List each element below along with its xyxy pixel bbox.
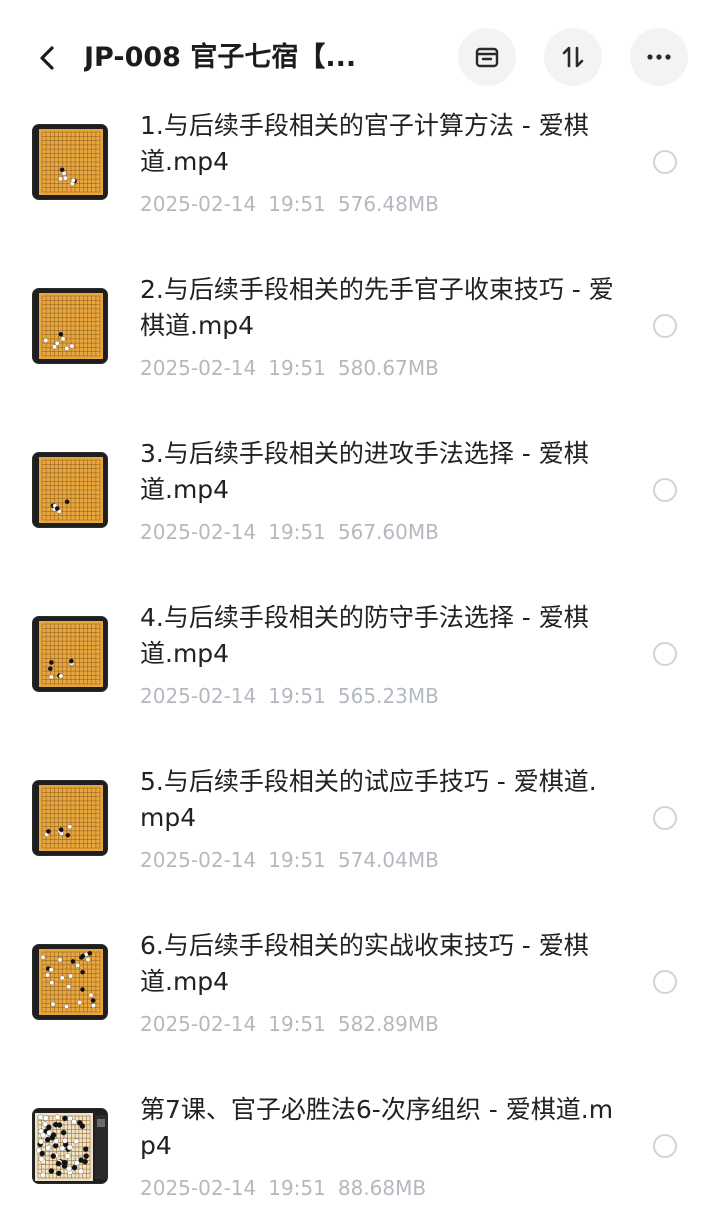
file-size: 582.89MB [337, 1012, 439, 1036]
multi-select-button[interactable] [458, 28, 516, 86]
sort-icon [562, 46, 584, 68]
file-time: 19:51 [268, 192, 326, 216]
list-item[interactable]: 5.与后续手段相关的试应手技巧 - 爱棋道.mp4 2025-02-14 19:5… [0, 754, 720, 918]
video-thumbnail [32, 616, 108, 692]
list-item[interactable]: 6.与后续手段相关的实战收束技巧 - 爱棋道.mp4 2025-02-14 19:… [0, 918, 720, 1082]
file-date: 2025-02-14 [140, 1176, 257, 1200]
file-size: 565.23MB [337, 684, 439, 708]
file-time: 19:51 [268, 1176, 326, 1200]
file-date: 2025-02-14 [140, 520, 257, 544]
file-date: 2025-02-14 [140, 848, 257, 872]
list-item[interactable]: 第7课、官子必胜法6-次序组织 - 爱棋道.mp4 2025-02-14 19:5… [0, 1082, 720, 1231]
file-meta: 2025-02-14 19:51 582.89MB [140, 1010, 620, 1038]
file-meta: 2025-02-14 19:51 580.67MB [140, 354, 620, 382]
list-item[interactable]: 3.与后续手段相关的进攻手法选择 - 爱棋道.mp4 2025-02-14 19:… [0, 426, 720, 590]
select-radio[interactable] [653, 642, 677, 666]
go-board-icon [33, 453, 107, 527]
more-dots-icon [647, 54, 671, 60]
file-date: 2025-02-14 [140, 192, 257, 216]
file-list-screen: JP-008 官子七宿【... 1.与后续手段相关的官子计算方法 - 爱棋道.m… [0, 0, 720, 1231]
back-arrow-icon [40, 46, 54, 70]
select-radio[interactable] [653, 314, 677, 338]
video-thumbnail [32, 780, 108, 856]
back-button[interactable] [22, 30, 74, 86]
file-size: 567.60MB [337, 520, 439, 544]
file-name: 5.与后续手段相关的试应手技巧 - 爱棋道.mp4 [140, 767, 597, 832]
file-time: 19:51 [268, 848, 326, 872]
video-thumbnail [32, 452, 108, 528]
file-name: 第7课、官子必胜法6-次序组织 - 爱棋道.mp4 [140, 1095, 614, 1160]
video-thumbnail [32, 288, 108, 364]
go-board-icon [33, 781, 107, 855]
go-board-icon [33, 1109, 107, 1183]
file-size: 88.68MB [337, 1176, 427, 1200]
video-thumbnail [32, 944, 108, 1020]
file-meta: 2025-02-14 19:51 88.68MB [140, 1174, 620, 1202]
file-name: 1.与后续手段相关的官子计算方法 - 爱棋道.mp4 [140, 111, 589, 176]
file-date: 2025-02-14 [140, 684, 257, 708]
file-date: 2025-02-14 [140, 356, 257, 380]
top-bar: JP-008 官子七宿【... [0, 0, 720, 112]
list-item[interactable]: 4.与后续手段相关的防守手法选择 - 爱棋道.mp4 2025-02-14 19:… [0, 590, 720, 754]
file-meta: 2025-02-14 19:51 574.04MB [140, 846, 620, 874]
file-name: 2.与后续手段相关的先手官子收束技巧 - 爱棋道.mp4 [140, 275, 614, 340]
file-meta: 2025-02-14 19:51 565.23MB [140, 682, 620, 710]
file-name: 6.与后续手段相关的实战收束技巧 - 爱棋道.mp4 [140, 931, 589, 996]
list-item[interactable]: 1.与后续手段相关的官子计算方法 - 爱棋道.mp4 2025-02-14 19:… [0, 98, 720, 262]
go-board-icon [33, 617, 107, 691]
file-time: 19:51 [268, 356, 326, 380]
file-meta: 2025-02-14 19:51 567.60MB [140, 518, 620, 546]
select-radio[interactable] [653, 806, 677, 830]
select-radio[interactable] [653, 150, 677, 174]
video-thumbnail [32, 124, 108, 200]
file-date: 2025-02-14 [140, 1012, 257, 1036]
file-name: 3.与后续手段相关的进攻手法选择 - 爱棋道.mp4 [140, 439, 589, 504]
sort-button[interactable] [544, 28, 602, 86]
file-meta: 2025-02-14 19:51 576.48MB [140, 190, 620, 218]
select-box-icon [475, 47, 499, 68]
file-time: 19:51 [268, 1012, 326, 1036]
more-button[interactable] [630, 28, 688, 86]
list-item[interactable]: 2.与后续手段相关的先手官子收束技巧 - 爱棋道.mp4 2025-02-14 1… [0, 262, 720, 426]
select-radio[interactable] [653, 478, 677, 502]
file-size: 574.04MB [337, 848, 439, 872]
file-list: 1.与后续手段相关的官子计算方法 - 爱棋道.mp4 2025-02-14 19:… [0, 98, 720, 1231]
select-radio[interactable] [653, 1134, 677, 1158]
file-name: 4.与后续手段相关的防守手法选择 - 爱棋道.mp4 [140, 603, 589, 668]
go-board-icon [33, 289, 107, 363]
file-size: 576.48MB [337, 192, 439, 216]
video-thumbnail [32, 1108, 108, 1184]
select-radio[interactable] [653, 970, 677, 994]
file-time: 19:51 [268, 520, 326, 544]
file-size: 580.67MB [337, 356, 439, 380]
go-board-icon [33, 125, 107, 199]
page-title: JP-008 官子七宿【... [84, 42, 357, 73]
go-board-icon [33, 945, 107, 1019]
file-time: 19:51 [268, 684, 326, 708]
